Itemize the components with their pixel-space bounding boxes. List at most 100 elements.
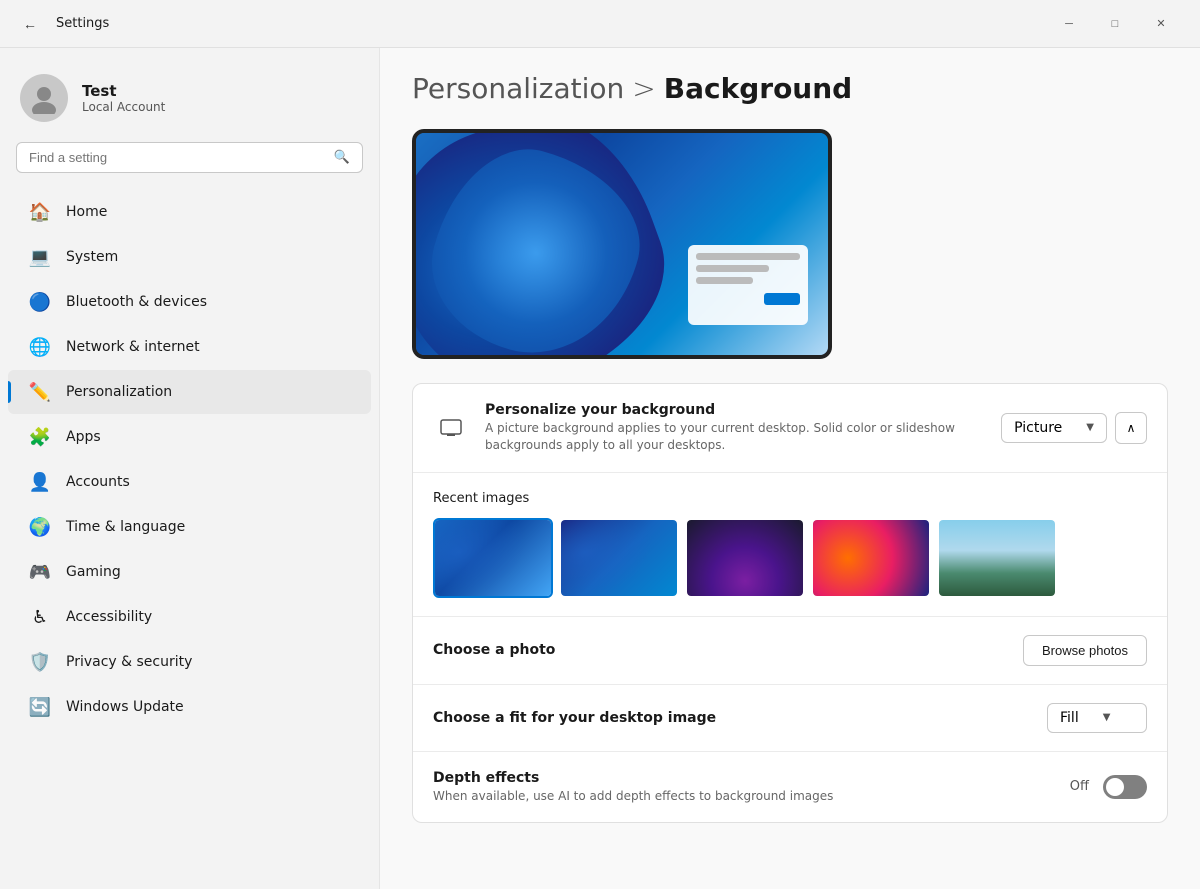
breadcrumb-sep: >	[632, 72, 655, 105]
sidebar-item-system[interactable]: 💻 System	[8, 235, 371, 279]
choose-photo-text: Choose a photo	[433, 642, 1007, 658]
thumbnail-3[interactable]	[685, 518, 805, 598]
update-icon: 🔄	[28, 695, 52, 719]
sidebar-item-home[interactable]: 🏠 Home	[8, 190, 371, 234]
choose-fit-row: Choose a fit for your desktop image Fill…	[413, 685, 1167, 752]
system-icon: 💻	[28, 245, 52, 269]
thumbnail-image-3	[687, 520, 803, 596]
thumbnail-4[interactable]	[811, 518, 931, 598]
fit-dropdown-value: Fill	[1060, 710, 1079, 726]
minimize-button[interactable]: ─	[1046, 8, 1092, 40]
recent-images-title: Recent images	[433, 491, 1147, 506]
preview-line-2	[696, 265, 769, 272]
close-button[interactable]: ✕	[1138, 8, 1184, 40]
back-button[interactable]: ←	[16, 10, 44, 38]
sidebar-item-accessibility[interactable]: ♿ Accessibility	[8, 595, 371, 639]
sidebar-item-label-accounts: Accounts	[66, 474, 130, 490]
home-icon: 🏠	[28, 200, 52, 224]
network-icon: 🌐	[28, 335, 52, 359]
sidebar-item-label-bluetooth: Bluetooth & devices	[66, 294, 207, 310]
personalization-icon: ✏️	[28, 380, 52, 404]
nav-list: 🏠 Home 💻 System 🔵 Bluetooth & devices 🌐 …	[0, 189, 379, 730]
choose-fit-control: Fill ▼	[1047, 703, 1147, 733]
sidebar-item-update[interactable]: 🔄 Windows Update	[8, 685, 371, 729]
thumbnail-image-2	[561, 520, 677, 596]
depth-effects-title: Depth effects	[433, 770, 1054, 786]
time-icon: 🌍	[28, 515, 52, 539]
sidebar-item-label-gaming: Gaming	[66, 564, 121, 580]
sidebar-item-time[interactable]: 🌍 Time & language	[8, 505, 371, 549]
sidebar-item-label-home: Home	[66, 204, 107, 220]
sidebar-item-accounts[interactable]: 👤 Accounts	[8, 460, 371, 504]
breadcrumb-current: Background	[664, 72, 852, 105]
preview-line-3	[696, 277, 753, 284]
dropdown-arrow-icon: ▼	[1086, 422, 1094, 433]
search-box[interactable]: 🔍	[16, 142, 363, 173]
preview-line-1	[696, 253, 800, 260]
preview-background	[416, 133, 828, 355]
preview-window	[688, 245, 808, 325]
user-info: Test Local Account	[82, 82, 165, 114]
sidebar-item-label-personalization: Personalization	[66, 384, 172, 400]
page-header: Personalization > Background	[412, 72, 1168, 105]
app-title: Settings	[56, 16, 109, 31]
fit-dropdown-arrow-icon: ▼	[1103, 712, 1111, 723]
depth-effects-row: Depth effects When available, use AI to …	[413, 752, 1167, 823]
depth-toggle-label: Off	[1070, 779, 1089, 794]
sidebar: Test Local Account 🔍 🏠 Home 💻 System 🔵 B…	[0, 48, 380, 889]
thumbnail-image-4	[813, 520, 929, 596]
personalize-text: Personalize your background A picture ba…	[485, 402, 985, 454]
fit-dropdown[interactable]: Fill ▼	[1047, 703, 1147, 733]
thumbnail-5[interactable]	[937, 518, 1057, 598]
app-body: Test Local Account 🔍 🏠 Home 💻 System 🔵 B…	[0, 48, 1200, 889]
bluetooth-icon: 🔵	[28, 290, 52, 314]
thumbnail-image-5	[939, 520, 1055, 596]
sidebar-item-label-time: Time & language	[66, 519, 185, 535]
recent-images-section: Recent images	[413, 473, 1167, 617]
sidebar-item-bluetooth[interactable]: 🔵 Bluetooth & devices	[8, 280, 371, 324]
desktop-preview	[412, 129, 832, 359]
sidebar-item-label-update: Windows Update	[66, 699, 184, 715]
depth-effects-subtitle: When available, use AI to add depth effe…	[433, 788, 1054, 805]
sidebar-item-personalization[interactable]: ✏️ Personalization	[8, 370, 371, 414]
choose-photo-control: Browse photos	[1023, 635, 1147, 666]
toggle-thumb	[1106, 778, 1124, 796]
choose-photo-row: Choose a photo Browse photos	[413, 617, 1167, 685]
personalize-control: Picture ▼ ∧	[1001, 412, 1147, 444]
thumbnail-2[interactable]	[559, 518, 679, 598]
depth-effects-toggle[interactable]	[1103, 775, 1147, 799]
sidebar-item-label-privacy: Privacy & security	[66, 654, 192, 670]
choose-fit-label: Choose a fit for your desktop image	[433, 710, 1031, 726]
window-controls: ─ □ ✕	[1046, 8, 1184, 40]
depth-effects-text: Depth effects When available, use AI to …	[433, 770, 1054, 805]
privacy-icon: 🛡️	[28, 650, 52, 674]
sidebar-item-gaming[interactable]: 🎮 Gaming	[8, 550, 371, 594]
breadcrumb-parent: Personalization	[412, 72, 624, 105]
personalize-icon	[433, 410, 469, 446]
main-content: Personalization > Background	[380, 48, 1200, 889]
user-name: Test	[82, 82, 165, 100]
images-grid	[433, 518, 1147, 598]
preview-btn-bar	[696, 293, 800, 305]
sidebar-item-privacy[interactable]: 🛡️ Privacy & security	[8, 640, 371, 684]
dropdown-value: Picture	[1014, 420, 1062, 436]
accounts-icon: 👤	[28, 470, 52, 494]
preview-btn	[764, 293, 800, 305]
user-section: Test Local Account	[0, 64, 379, 142]
toggle-track[interactable]	[1103, 775, 1147, 799]
thumbnail-image-1	[435, 520, 551, 596]
apps-icon: 🧩	[28, 425, 52, 449]
search-input[interactable]	[29, 150, 326, 165]
settings-panel: Personalize your background A picture ba…	[412, 383, 1168, 823]
gaming-icon: 🎮	[28, 560, 52, 584]
choose-photo-label: Choose a photo	[433, 642, 1007, 658]
collapse-button[interactable]: ∧	[1115, 412, 1147, 444]
sidebar-item-label-system: System	[66, 249, 118, 265]
maximize-button[interactable]: □	[1092, 8, 1138, 40]
sidebar-item-apps[interactable]: 🧩 Apps	[8, 415, 371, 459]
browse-photos-button[interactable]: Browse photos	[1023, 635, 1147, 666]
breadcrumb: Personalization > Background	[412, 72, 1168, 105]
thumbnail-1[interactable]	[433, 518, 553, 598]
sidebar-item-network[interactable]: 🌐 Network & internet	[8, 325, 371, 369]
background-type-dropdown[interactable]: Picture ▼	[1001, 413, 1107, 443]
